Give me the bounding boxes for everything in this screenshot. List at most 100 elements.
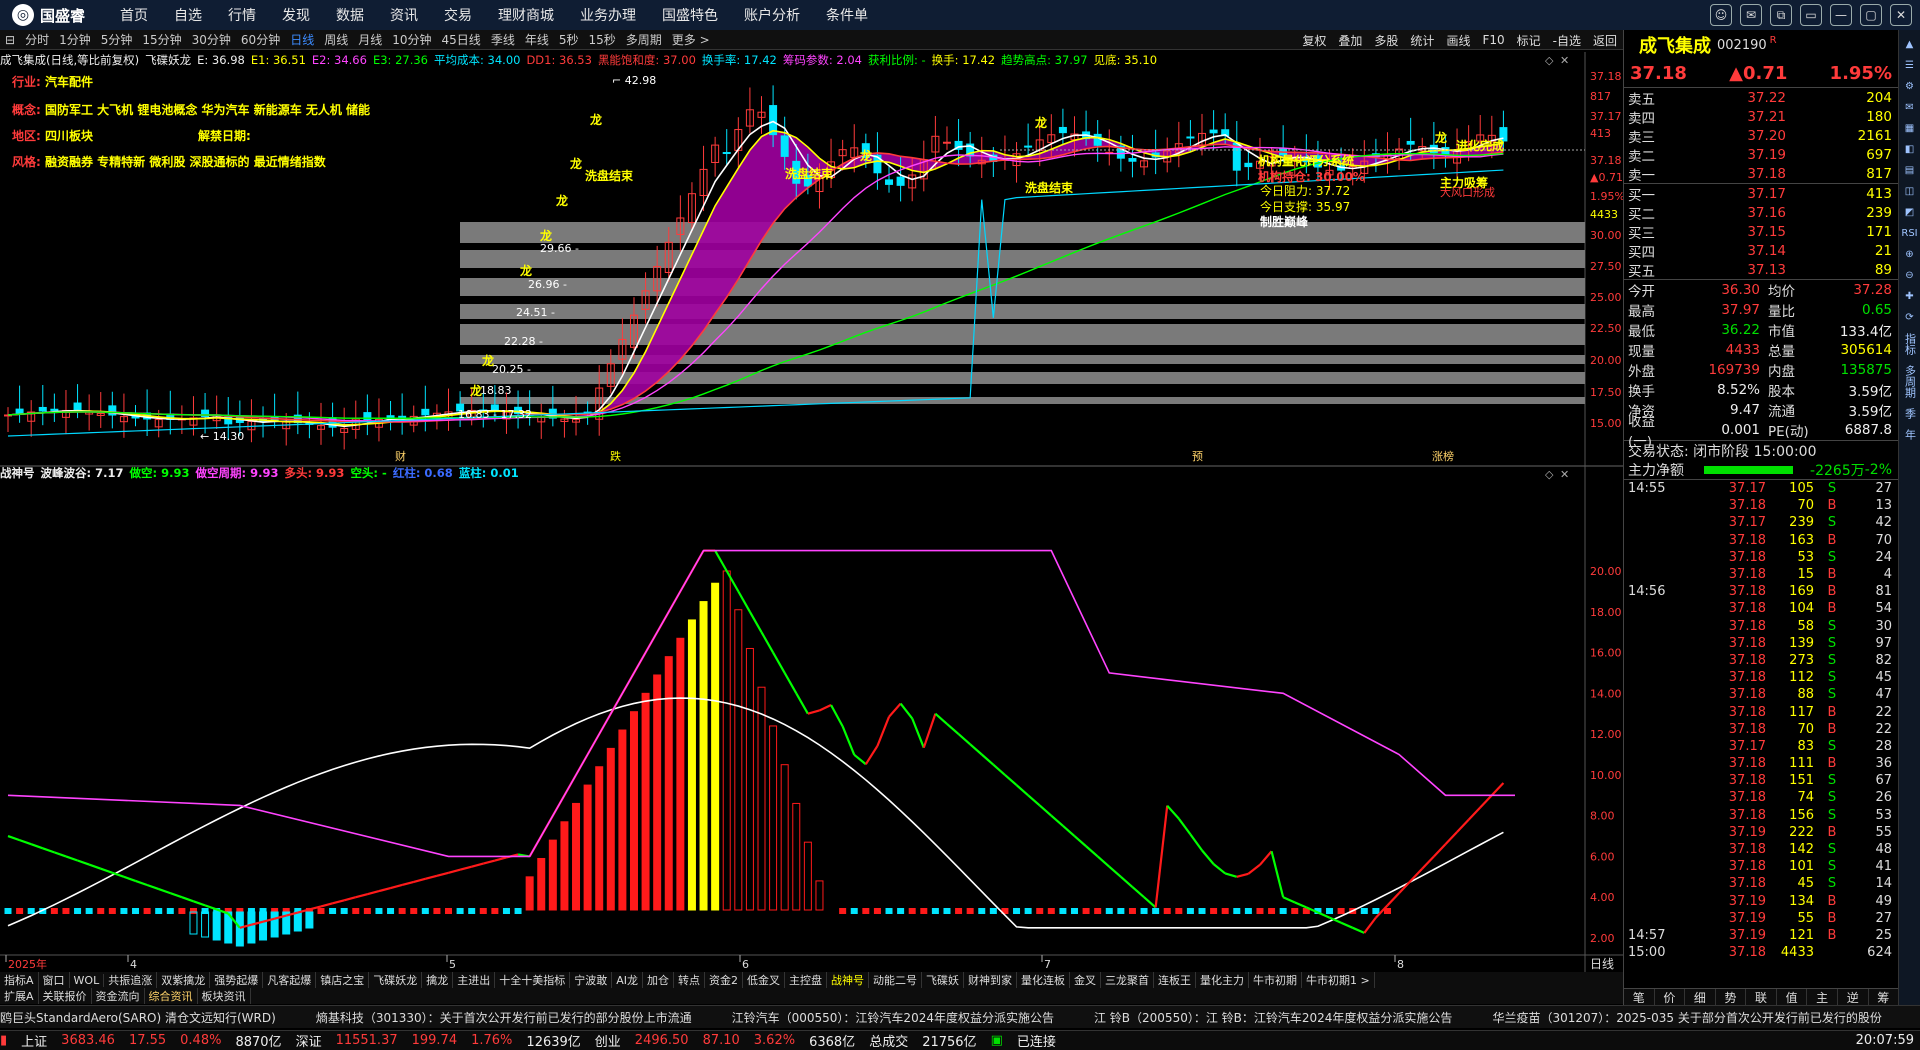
indicator-tab-28[interactable]: 牛市初期: [1249, 972, 1302, 988]
extension-tab-0[interactable]: 扩展A: [0, 988, 39, 1004]
sidebar-tool-icon[interactable]: ◧: [1905, 144, 1914, 155]
window-control-icon-6[interactable]: ✕: [1890, 4, 1912, 26]
tick-side: B: [1827, 756, 1837, 772]
quote-tab-5[interactable]: 值: [1777, 989, 1808, 1005]
tick-list[interactable]: 14:55 37.17 105 S 27 37.18 70 B 13 37.17 239 S 42 37.…: [1624, 480, 1898, 961]
window-control-icon-2[interactable]: ⧉: [1770, 4, 1792, 26]
volume-bar: [687, 619, 696, 911]
indicator-tab-26[interactable]: 连板王: [1154, 972, 1196, 988]
sidebar-vertical-tab[interactable]: 年: [1902, 429, 1918, 440]
sub-legend-item: 多头: 9.93: [284, 466, 345, 480]
sidebar-tool-icon[interactable]: ✉: [1905, 102, 1913, 113]
bids-row[interactable]: 买三 37.15 171: [1624, 222, 1898, 242]
bids-row[interactable]: 买四 37.14 21: [1624, 241, 1898, 261]
window-control-icon-1[interactable]: ✉: [1740, 4, 1762, 26]
indicator-tab-16[interactable]: 资金2: [705, 972, 743, 988]
sidebar-tool-icon[interactable]: RSI: [1901, 228, 1917, 239]
indicator-tab-21[interactable]: 飞碟妖: [922, 972, 964, 988]
extension-tab-2[interactable]: 资金流向: [92, 988, 145, 1004]
indicator-tab-12[interactable]: 宁波敢: [570, 972, 613, 988]
window-control-icon-0[interactable]: ☺: [1710, 4, 1732, 26]
asks-row[interactable]: 卖三 37.20 2161: [1624, 126, 1898, 146]
tick-time: 14:56: [1628, 584, 1666, 600]
news-item[interactable]: 华兰疫苗（301207）：2025-035 关于部分首次公开发行前已发行的股份: [1492, 1009, 1881, 1026]
asks-row[interactable]: 卖一 37.18 817: [1624, 164, 1898, 184]
indicator-tab-2[interactable]: WOL: [70, 973, 105, 987]
sidebar-tool-icon[interactable]: ☰: [1905, 60, 1914, 71]
indicator-tab-7[interactable]: 镇店之宝: [316, 972, 370, 988]
bids-label: 买四: [1628, 244, 1655, 261]
sidebar-tool-icon[interactable]: ▲: [1906, 39, 1914, 50]
sidebar-vertical-tab[interactable]: 指标: [1902, 333, 1918, 355]
indicator-tab-11[interactable]: 十全十美指标: [495, 972, 571, 988]
indicator-tab-10[interactable]: 主进出: [453, 972, 496, 988]
bids-row[interactable]: 买二 37.16 239: [1624, 203, 1898, 223]
indicator-tab-0[interactable]: 指标A: [0, 972, 39, 988]
index-sz-name[interactable]: 深证: [296, 1031, 322, 1050]
indicator-tab-8[interactable]: 飞碟妖龙: [369, 972, 423, 988]
indicator-tab-3[interactable]: 共振追涨: [104, 972, 158, 988]
indicator-tab-18[interactable]: 主控盘: [785, 972, 827, 988]
indicator-tab-20[interactable]: 动能二号: [869, 972, 922, 988]
sidebar-tool-icon[interactable]: ▦: [1905, 123, 1914, 134]
index-sh-name[interactable]: 上证: [21, 1031, 47, 1050]
indicator-tab-6[interactable]: 凡客起爆: [263, 972, 317, 988]
sidebar-tool-icon[interactable]: ⟳: [1905, 312, 1913, 323]
tick-price: 37.18: [1728, 859, 1766, 875]
window-control-icon-3[interactable]: ▭: [1800, 4, 1822, 26]
bids-row[interactable]: 买五 37.13 89: [1624, 260, 1898, 280]
news-item[interactable]: 熵基科技（301330）：关于首次公开发行前已发行的部分股份上市流通: [316, 1009, 692, 1026]
indicator-tab-22[interactable]: 财神到家: [964, 972, 1017, 988]
sidebar-tool-icon[interactable]: ◩: [1905, 207, 1914, 218]
sidebar-tool-icon[interactable]: ⊖: [1905, 270, 1913, 281]
indicator-tab-5[interactable]: 强势起爆: [210, 972, 264, 988]
indicator-tab-4[interactable]: 双紫擒龙: [157, 972, 211, 988]
index-cy-name[interactable]: 创业: [595, 1031, 621, 1050]
extension-tab-1[interactable]: 关联报价: [39, 988, 92, 1004]
sidebar-tool-icon[interactable]: ◫: [1905, 186, 1914, 197]
kline-chart[interactable]: 29.66 -26.96 -24.51 -22.28 -20.25 -18.83…: [0, 0, 1623, 972]
quote-tab-7[interactable]: 逆: [1838, 989, 1869, 1005]
sidebar-tool-icon[interactable]: ⚙: [1905, 81, 1914, 92]
indicator-tab-13[interactable]: AI龙: [612, 972, 643, 988]
tick-volume: 142: [1789, 842, 1814, 858]
quote-tab-2[interactable]: 细: [1685, 989, 1716, 1005]
indicator-tab-24[interactable]: 金叉: [1070, 972, 1101, 988]
indicator-tab-27[interactable]: 量化主力: [1196, 972, 1249, 988]
asks-row[interactable]: 卖四 37.21 180: [1624, 107, 1898, 127]
quote-tab-8[interactable]: 筹: [1869, 989, 1900, 1005]
quote-tab-3[interactable]: 势: [1716, 989, 1747, 1005]
quote-tab-6[interactable]: 主: [1807, 989, 1838, 1005]
tick-row: 37.18 111 B 36: [1624, 755, 1898, 772]
extension-tab-4[interactable]: 板块资讯: [198, 988, 251, 1004]
asks-row[interactable]: 卖二 37.19 697: [1624, 145, 1898, 165]
sidebar-tool-icon[interactable]: ▤: [1905, 165, 1914, 176]
indicator-tab-15[interactable]: 转点: [674, 972, 705, 988]
bids-row[interactable]: 买一 37.17 413: [1624, 184, 1898, 204]
volume-bar: [653, 674, 662, 911]
asks-row[interactable]: 卖五 37.22 204: [1624, 88, 1898, 108]
window-control-icon-5[interactable]: ▢: [1860, 4, 1882, 26]
quote-tab-1[interactable]: 价: [1655, 989, 1686, 1005]
news-item[interactable]: 江铃汽车（000550）：江铃汽车2024年度权益分派实施公告: [732, 1009, 1054, 1026]
indicator-tab-25[interactable]: 三龙聚首: [1101, 972, 1154, 988]
sidebar-tool-icon[interactable]: ✚: [1905, 291, 1913, 302]
tick-count: 22: [1875, 704, 1892, 720]
quote-tab-0[interactable]: 笔: [1624, 989, 1655, 1005]
indicator-tab-14[interactable]: 加仓: [643, 972, 674, 988]
sidebar-vertical-tab[interactable]: 多周期: [1902, 365, 1918, 398]
window-control-icon-4[interactable]: —: [1830, 4, 1852, 26]
sidebar-tool-icon[interactable]: ⊕: [1905, 249, 1913, 260]
news-item[interactable]: 鸥巨头StandardAero(SARO) 清仓文远知行(WRD): [0, 1009, 276, 1026]
indicator-tab-17[interactable]: 低金叉: [743, 972, 785, 988]
sidebar-vertical-tab[interactable]: 季: [1902, 408, 1918, 419]
indicator-tab-9[interactable]: 擒龙: [422, 972, 454, 988]
indicator-tab-29[interactable]: 牛市初期1 >: [1302, 972, 1375, 988]
indicator-tab-23[interactable]: 量化连板: [1017, 972, 1070, 988]
tick-count: 47: [1875, 687, 1892, 703]
quote-tab-4[interactable]: 联: [1746, 989, 1777, 1005]
extension-tab-3[interactable]: 综合资讯: [145, 988, 198, 1004]
news-item[interactable]: 江 铃B（200550）：江 铃B：江铃汽车2024年度权益分派实施公告: [1094, 1009, 1452, 1026]
indicator-tab-19[interactable]: 战神号: [827, 972, 869, 988]
indicator-tab-1[interactable]: 窗口: [39, 972, 70, 988]
